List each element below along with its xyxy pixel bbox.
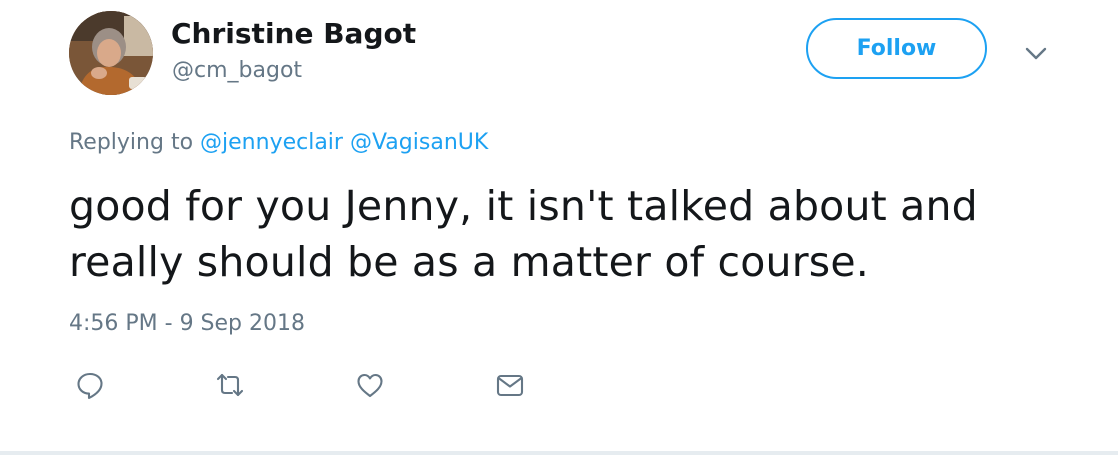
retweet-arrows-icon [216,373,244,397]
screen-name[interactable]: @cm_bagot [172,56,302,86]
heart-icon [357,373,383,398]
mention-link-vagisanuk[interactable]: @VagisanUK [350,130,488,155]
envelope-icon [496,374,524,397]
follow-button[interactable]: Follow [806,18,987,79]
reply-context: Replying to @jennyeclair @VagisanUK [69,128,488,158]
avatar[interactable] [69,11,153,95]
tweet-card: Christine Bagot @cm_bagot Follow Replyin… [0,0,1118,451]
like-button[interactable] [355,370,385,400]
tweet-text: good for you Jenny, it isn't talked abou… [69,182,978,286]
retweet-button[interactable] [215,370,245,400]
reply-context-label: Replying to [69,130,194,155]
direct-message-button[interactable] [495,370,525,400]
chevron-down-icon[interactable] [1022,40,1050,68]
tweet-timestamp[interactable]: 4:56 PM - 9 Sep 2018 [69,309,305,339]
display-name[interactable]: Christine Bagot [171,16,416,52]
speech-bubble-icon [77,372,103,400]
reply-button[interactable] [75,370,105,400]
mention-link-jennyeclair[interactable]: @jennyeclair [200,130,343,155]
avatar-photo [69,11,153,95]
divider [0,451,1118,455]
